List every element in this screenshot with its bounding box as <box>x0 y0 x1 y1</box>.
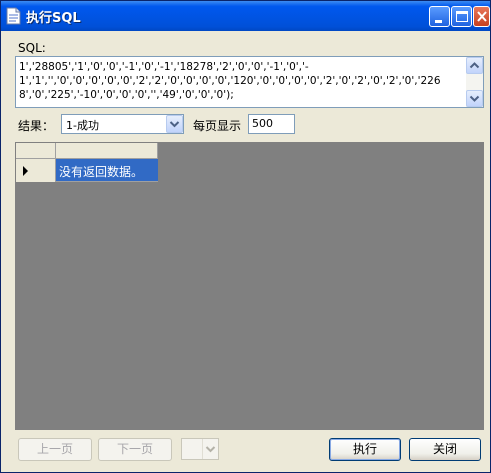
page-dropdown-button[interactable] <box>202 439 218 459</box>
result-value: 1-成功 <box>66 119 99 132</box>
maximize-icon <box>456 11 468 22</box>
document-icon <box>6 7 21 25</box>
result-select[interactable]: 1-成功 <box>61 114 184 134</box>
next-page-button[interactable]: 下一页 <box>98 438 172 461</box>
grid-message-cell[interactable]: 没有返回数据。 <box>56 159 158 182</box>
sql-scrollbar[interactable] <box>466 57 483 107</box>
sql-text: 1','28805','1','0','0','-1','0','-1','18… <box>19 61 441 101</box>
result-grid[interactable]: 没有返回数据。 <box>15 142 484 430</box>
sql-textarea[interactable]: 1','28805','1','0','0','-1','0','-1','18… <box>15 56 484 108</box>
title-bar[interactable]: 执行SQL <box>1 1 490 31</box>
pagesize-input[interactable]: 500 <box>248 114 295 134</box>
minimize-icon <box>435 20 442 23</box>
page-select[interactable] <box>181 438 219 460</box>
sql-label: SQL: <box>18 41 46 55</box>
scroll-up-button[interactable] <box>466 57 483 74</box>
row-pointer-icon <box>23 166 28 176</box>
scroll-down-button[interactable] <box>466 90 483 107</box>
scroll-up-icon <box>469 62 480 69</box>
close-window-button[interactable] <box>473 6 490 27</box>
pagesize-label: 每页显示 <box>193 119 242 133</box>
execute-button[interactable]: 执行 <box>329 438 401 461</box>
grid-corner-header <box>16 143 56 159</box>
result-label: 结果： <box>18 119 55 133</box>
window-title: 执行SQL <box>26 11 81 26</box>
scroll-down-icon <box>469 95 480 102</box>
execute-sql-window: 执行SQL SQL: 1','28805','1','0','0','-1','… <box>0 0 491 473</box>
dropdown-arrow-icon <box>205 446 216 453</box>
grid-column-header[interactable] <box>56 143 158 159</box>
result-dropdown-button[interactable] <box>166 115 183 133</box>
close-button[interactable]: 关闭 <box>409 438 481 461</box>
maximize-button[interactable] <box>451 6 472 27</box>
grid-row-header[interactable] <box>16 159 56 182</box>
minimize-button[interactable] <box>429 6 450 27</box>
close-icon <box>477 11 487 22</box>
prev-page-button[interactable]: 上一页 <box>18 438 92 461</box>
dropdown-arrow-icon <box>169 121 180 128</box>
